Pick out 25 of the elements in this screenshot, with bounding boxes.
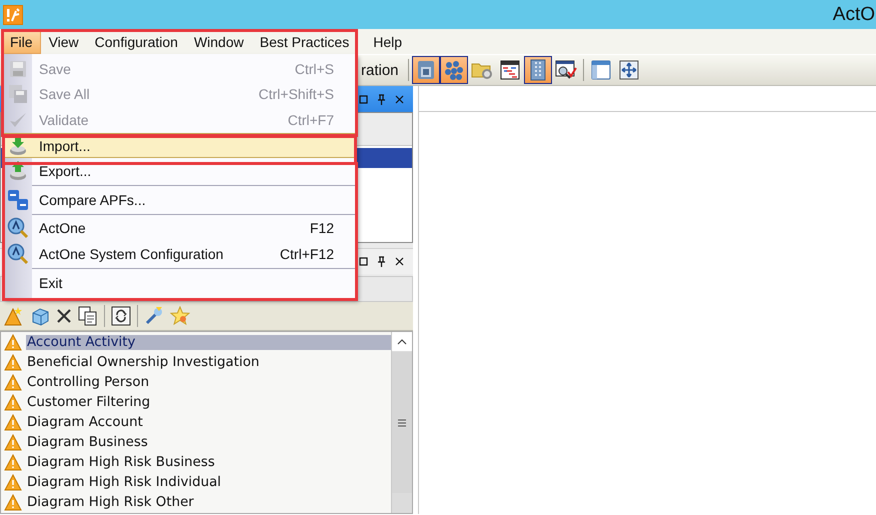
menu-item[interactable]: Configuration [88, 30, 186, 54]
shortcut-text: Ctrl+F12 [280, 246, 335, 262]
window-title: ActO [832, 4, 875, 26]
list-item[interactable]: Diagram Business [26, 434, 149, 450]
list-item[interactable]: Diagram High Risk Individual [26, 474, 222, 490]
menu-entry[interactable]: Exit [3, 270, 355, 296]
list-item[interactable]: Beneficial Ownership Investigation [26, 354, 260, 370]
list-item[interactable]: Diagram High Risk Other [26, 494, 195, 510]
shortcut-text: Ctrl+S [294, 60, 335, 77]
menu-entry[interactable]: ActOne F12 [3, 216, 355, 242]
menu-item[interactable]: Best Practices [252, 30, 358, 54]
shortcut-text: Ctrl+Shift+S [258, 86, 335, 102]
menu-item[interactable]: Help [366, 30, 410, 54]
toolbar-label: ration [361, 62, 399, 78]
shortcut-text: F12 [310, 220, 335, 236]
list-item[interactable]: Diagram Account [26, 414, 144, 430]
list-item[interactable]: Diagram High Risk Business [26, 454, 216, 470]
menu-item[interactable]: Window [186, 30, 252, 54]
menu-item[interactable]: View [42, 30, 87, 54]
list-item[interactable]: Account Activity [26, 334, 391, 350]
menu-entry[interactable]: Compare APFs... [3, 186, 355, 213]
menu-entry[interactable]: ActOne System Configuration Ctrl+F12 [3, 241, 355, 267]
shortcut-text: Ctrl+F7 [288, 112, 335, 128]
list-item[interactable]: Controlling Person [26, 374, 150, 390]
list-item[interactable]: Customer Filtering [26, 394, 152, 410]
